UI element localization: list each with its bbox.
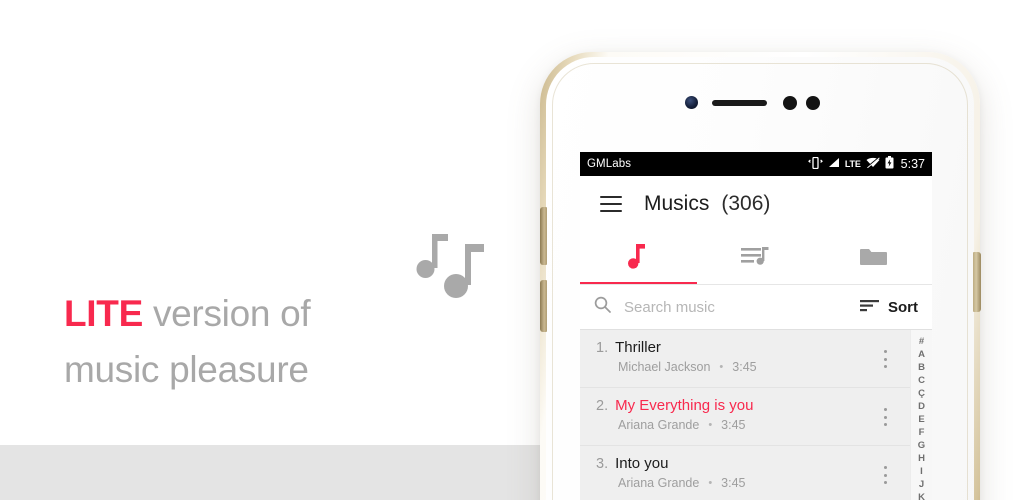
alphabet-index-letter[interactable]: J — [919, 479, 924, 491]
phone-screen: GMLabs LTE 5:37 Musics (306) Search musi… — [580, 152, 932, 500]
song-title-line: 1. Thriller — [596, 339, 866, 356]
proximity-sensor-icon — [783, 96, 797, 110]
phone-mockup: GMLabs LTE 5:37 Musics (306) Search musi… — [540, 52, 981, 500]
song-duration: 3:45 — [721, 418, 746, 432]
right-side-button[interactable] — [973, 252, 981, 312]
status-bar-time: 5:37 — [900, 157, 925, 171]
song-title-line: 2. My Everything is you — [596, 397, 866, 414]
signal-icon — [828, 157, 840, 171]
song-meta: Ariana Grande • 3:45 — [618, 418, 866, 432]
alphabet-index-letter[interactable]: # — [919, 336, 924, 348]
power-button[interactable] — [540, 280, 547, 332]
song-title: My Everything is you — [615, 397, 754, 414]
status-bar: GMLabs LTE 5:37 — [580, 152, 932, 176]
alphabet-index-letter[interactable]: B — [918, 362, 925, 374]
song-duration: 3:45 — [721, 476, 746, 490]
page-title: Musics — [644, 192, 710, 215]
song-count-badge: (306) — [721, 192, 771, 215]
tab-playlists[interactable] — [697, 232, 814, 284]
search-input[interactable]: Search music — [624, 299, 860, 316]
app-bar: Musics (306) — [580, 176, 932, 232]
song-meta: Michael Jackson • 3:45 — [618, 360, 866, 374]
wifi-off-icon — [866, 156, 880, 171]
meta-separator: • — [719, 361, 724, 373]
song-artist: Ariana Grande — [618, 476, 700, 490]
hamburger-menu-icon[interactable] — [600, 196, 622, 212]
overflow-menu-icon[interactable] — [884, 466, 888, 484]
alphabet-index-letter[interactable]: F — [919, 427, 925, 439]
sort-label: Sort — [888, 298, 918, 316]
alphabet-index-letter[interactable]: E — [918, 414, 924, 426]
headline-rest: version of — [142, 293, 311, 334]
alphabet-index-letter[interactable]: G — [918, 440, 925, 452]
volume-rocker-button[interactable] — [540, 207, 547, 265]
song-title: Thriller — [615, 339, 661, 356]
song-duration: 3:45 — [732, 360, 757, 374]
playlist-icon — [740, 244, 771, 273]
sort-icon — [860, 298, 879, 317]
song-index: 3. — [596, 456, 609, 472]
song-title: Into you — [615, 455, 669, 472]
tab-songs[interactable] — [580, 232, 697, 284]
bottom-gray-band — [0, 445, 540, 500]
headline-lite-word: LITE — [64, 293, 143, 334]
song-title-line: 3. Into you — [596, 455, 866, 472]
song-artist: Ariana Grande — [618, 418, 700, 432]
meta-separator: • — [708, 419, 713, 431]
music-note-icon — [628, 243, 649, 274]
alphabet-index-letter[interactable]: A — [918, 349, 925, 361]
folder-icon — [859, 245, 888, 272]
alphabet-index-letter[interactable]: H — [918, 453, 925, 465]
active-tab-indicator — [580, 281, 698, 284]
search-icon — [594, 296, 611, 318]
search-bar: Search music Sort — [580, 285, 932, 329]
table-row[interactable]: 2. My Everything is you Ariana Grande • … — [580, 388, 910, 446]
status-bar-icons: LTE 5:37 — [807, 156, 925, 172]
song-artist: Michael Jackson — [618, 360, 711, 374]
meta-separator: • — [708, 477, 713, 489]
lte-icon: LTE — [844, 159, 861, 169]
overflow-menu-icon[interactable] — [884, 408, 888, 426]
headline-line-two: music pleasure — [64, 349, 309, 391]
alphabet-index-letter[interactable]: D — [918, 401, 925, 413]
status-bar-label: GMLabs — [587, 158, 632, 170]
alphabet-index-letter[interactable]: C — [918, 375, 925, 387]
double-music-note-icon — [408, 228, 492, 304]
tab-bar — [580, 232, 932, 284]
sort-button[interactable]: Sort — [860, 298, 918, 317]
song-index: 1. — [596, 340, 609, 356]
song-index: 2. — [596, 398, 609, 414]
song-list-area: 1. Thriller Michael Jackson • 3:45 2. My… — [580, 330, 932, 500]
alphabet-index-letter[interactable]: I — [920, 466, 923, 478]
song-list[interactable]: 1. Thriller Michael Jackson • 3:45 2. My… — [580, 330, 910, 500]
song-meta: Ariana Grande • 3:45 — [618, 476, 866, 490]
alphabet-index-letter[interactable]: K — [918, 492, 925, 500]
light-sensor-icon — [806, 96, 820, 110]
tab-folders[interactable] — [815, 232, 932, 284]
battery-charging-icon — [885, 156, 894, 172]
front-camera-icon — [685, 96, 698, 109]
table-row[interactable]: 3. Into you Ariana Grande • 3:45 — [580, 446, 910, 500]
vibrate-icon — [807, 156, 823, 172]
table-row[interactable]: 1. Thriller Michael Jackson • 3:45 — [580, 330, 910, 388]
alphabet-index-letter[interactable]: Ç — [918, 388, 925, 400]
earpiece-speaker-icon — [712, 100, 767, 106]
alphabet-index-scrubber[interactable]: #ABCÇDEFGHIJKL — [910, 330, 932, 500]
overflow-menu-icon[interactable] — [884, 350, 888, 368]
